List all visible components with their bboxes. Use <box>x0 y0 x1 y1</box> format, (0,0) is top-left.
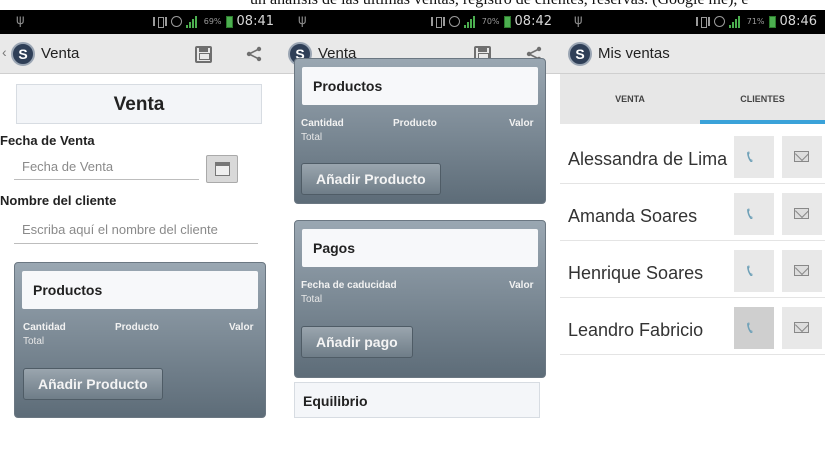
mail-icon <box>794 208 809 219</box>
total-label: Total <box>301 132 323 143</box>
app-logo-s-icon[interactable]: S <box>568 42 592 66</box>
vibrate-icon <box>152 17 167 28</box>
vibrate-icon <box>695 17 710 28</box>
total-label: Total <box>301 294 323 305</box>
page-title: Venta <box>16 84 262 124</box>
vibrate-icon <box>430 17 445 28</box>
pagos-heading: Pagos <box>302 229 538 267</box>
status-time: 08:46 <box>779 14 817 29</box>
col-producto: Producto <box>393 118 437 129</box>
productos-card: Productos Cantidad Producto Valor Total … <box>14 262 266 418</box>
pagos-card: Pagos Fecha de caducidad Valor Total Aña… <box>294 220 546 378</box>
call-button[interactable]: 📞︎ <box>734 250 774 292</box>
battery-percent: 69% <box>203 17 222 26</box>
usb-icon: ψ <box>298 13 307 28</box>
signal-icon <box>185 15 200 28</box>
save-icon[interactable] <box>195 46 212 63</box>
mail-icon <box>794 322 809 333</box>
signal-icon <box>463 15 478 28</box>
client-name: Amanda Soares <box>568 206 698 226</box>
equilibrio-heading: Equilibrio <box>294 382 540 418</box>
col-fecha-caducidad: Fecha de caducidad <box>301 280 397 291</box>
status-bar: ψ 69% 08:41 <box>0 10 282 34</box>
signal-icon <box>728 15 743 28</box>
client-name: Henrique Soares <box>568 263 704 283</box>
mail-icon <box>794 151 809 162</box>
add-product-button[interactable]: Añadir Producto <box>301 163 441 195</box>
client-row[interactable]: Henrique Soares 📞︎ <box>560 250 825 298</box>
fecha-input[interactable]: Fecha de Venta <box>14 156 199 180</box>
status-time: 08:42 <box>514 14 552 29</box>
call-button[interactable]: 📞︎ <box>734 193 774 235</box>
status-time: 08:41 <box>236 14 274 29</box>
cliente-input[interactable]: Escriba aquí el nombre del cliente <box>14 218 258 244</box>
status-bar: ψ 71% 08:46 <box>560 10 825 34</box>
tab-bar: VENTA CLIENTES <box>560 74 825 124</box>
tab-venta[interactable]: VENTA <box>560 74 700 124</box>
tab-clientes[interactable]: CLIENTES <box>700 74 825 124</box>
calendar-icon <box>215 162 230 176</box>
active-tab-indicator <box>700 120 825 124</box>
usb-icon: ψ <box>16 13 25 28</box>
app-logo-s-icon[interactable]: S <box>11 42 35 66</box>
share-icon[interactable] <box>246 46 262 62</box>
col-valor: Valor <box>229 322 254 333</box>
client-row[interactable]: Alessandra de Lima 📞︎ <box>560 136 825 184</box>
alarm-icon <box>448 16 460 27</box>
action-bar-title: Venta <box>41 45 80 62</box>
screen-venta-form: ψ 69% 08:41 ‹ S Venta Venta Fecha de Ven… <box>0 10 282 465</box>
alarm-icon <box>170 16 182 27</box>
email-button[interactable] <box>782 193 822 235</box>
client-row[interactable]: Leandro Fabricio 📞︎ <box>560 307 825 355</box>
client-name: Alessandra de Lima <box>568 149 728 169</box>
total-label: Total <box>23 336 45 347</box>
fecha-label: Fecha de Venta <box>0 133 95 148</box>
email-button[interactable] <box>782 250 822 292</box>
status-bar: ψ 70% 08:42 <box>282 10 560 34</box>
col-valor: Valor <box>509 280 534 291</box>
phone-icon: 📞︎ <box>747 204 753 223</box>
call-button[interactable]: 📞︎ <box>734 307 774 349</box>
add-product-button[interactable]: Añadir Producto <box>23 368 163 400</box>
action-bar: S Mis ventas <box>560 34 825 74</box>
mail-icon <box>794 265 809 276</box>
battery-percent: 70% <box>481 17 500 26</box>
screen-venta-scrolled: ψ 70% 08:42 S Venta Productos Cantidad P… <box>282 10 560 465</box>
col-valor: Valor <box>509 118 534 129</box>
add-payment-button[interactable]: Añadir pago <box>301 326 413 358</box>
client-row[interactable]: Amanda Soares 📞︎ <box>560 193 825 241</box>
caption-strip: un análisis de las últimas ventas, regis… <box>0 0 825 10</box>
productos-heading: Productos <box>302 67 538 105</box>
caption-text: un análisis de las últimas ventas, regis… <box>250 0 749 9</box>
phone-icon: 📞︎ <box>747 318 753 337</box>
productos-card: Productos Cantidad Producto Valor Total … <box>294 58 546 204</box>
battery-icon <box>768 15 776 28</box>
col-producto: Producto <box>115 322 159 333</box>
back-chevron-icon[interactable]: ‹ <box>2 44 7 60</box>
cliente-label: Nombre del cliente <box>0 193 117 208</box>
action-bar-title: Mis ventas <box>598 45 670 62</box>
productos-heading: Productos <box>22 271 258 309</box>
screen-mis-ventas: ψ 71% 08:46 S Mis ventas VENTA CLIENTES … <box>560 10 825 465</box>
phone-icon: 📞︎ <box>747 261 753 280</box>
call-button[interactable]: 📞︎ <box>734 136 774 178</box>
battery-percent: 71% <box>746 17 765 26</box>
action-bar: ‹ S Venta <box>0 34 282 74</box>
usb-icon: ψ <box>574 13 583 28</box>
phone-icon: 📞︎ <box>747 147 753 166</box>
client-name: Leandro Fabricio <box>568 320 704 340</box>
alarm-icon <box>713 16 725 27</box>
battery-icon <box>503 15 511 28</box>
col-cantidad: Cantidad <box>301 118 344 129</box>
email-button[interactable] <box>782 136 822 178</box>
email-button[interactable] <box>782 307 822 349</box>
calendar-button[interactable] <box>206 155 238 183</box>
battery-icon <box>225 15 233 28</box>
col-cantidad: Cantidad <box>23 322 66 333</box>
